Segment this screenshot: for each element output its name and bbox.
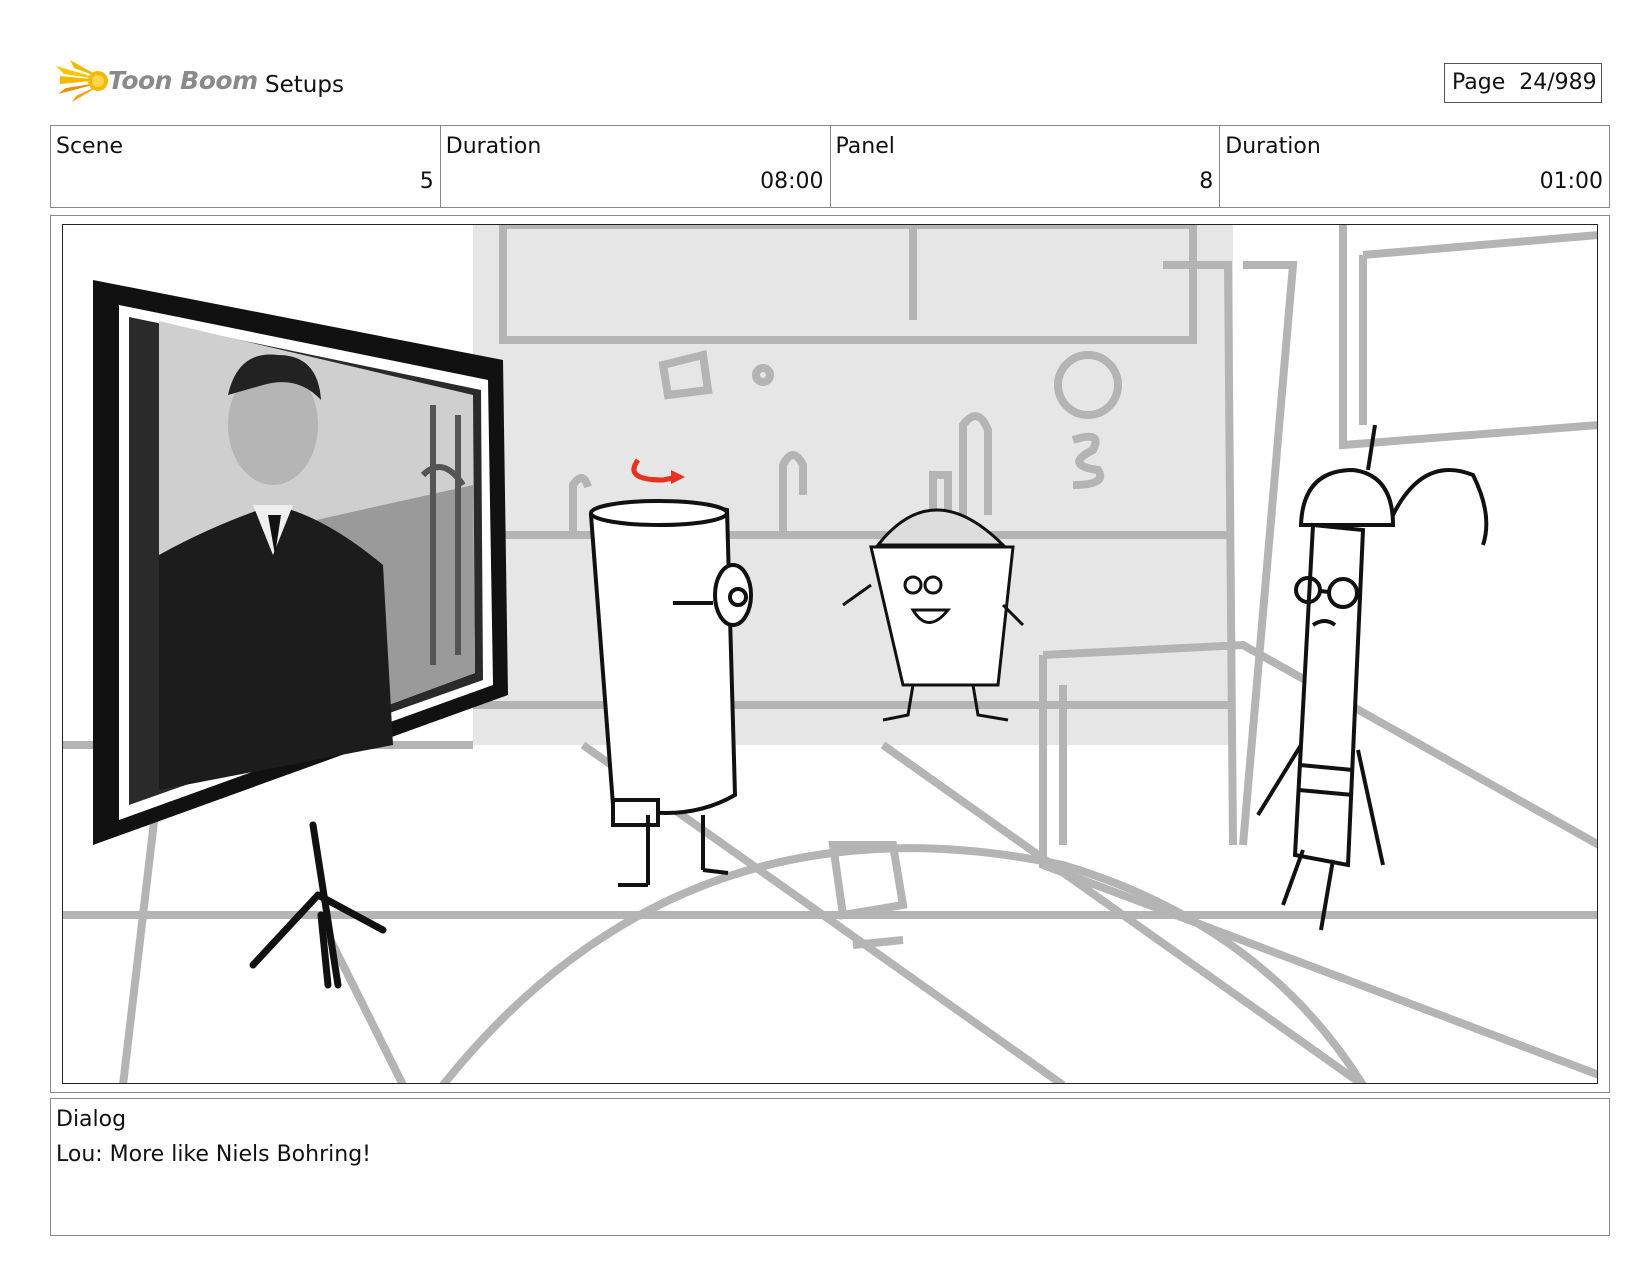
scene-duration-label: Duration	[445, 134, 542, 159]
dialog-box: Dialog Lou: More like Niels Bohring!	[50, 1098, 1610, 1236]
scene-duration-cell: Duration 08:00	[441, 126, 831, 207]
panel-duration-label: Duration	[1225, 134, 1321, 159]
toon-boom-logo: Toon Boom	[50, 58, 260, 106]
page-label: Page	[1452, 70, 1506, 95]
scene-duration-value: 08:00	[760, 169, 824, 194]
dialog-label: Dialog	[56, 1107, 127, 1132]
storyboard-panel-image	[62, 224, 1598, 1084]
panel-value: 8	[1199, 169, 1214, 194]
page-number: 24/989	[1519, 70, 1597, 95]
panel-cell: Panel 8	[831, 126, 1221, 207]
info-row: Scene 5 Duration 08:00 Panel 8 Duration …	[50, 125, 1610, 208]
dialog-text: Lou: More like Niels Bohring!	[56, 1142, 371, 1167]
scene-cell: Scene 5	[51, 126, 441, 207]
storyboard-panel-frame	[50, 215, 1610, 1093]
sun-burst-icon	[56, 60, 108, 102]
character-lou	[588, 499, 753, 887]
panel-duration-cell: Duration 01:00	[1220, 126, 1609, 207]
scene-label: Scene	[56, 134, 124, 159]
panel-sketch	[63, 225, 1597, 1083]
panel-label: Panel	[835, 134, 895, 159]
page-indicator: Page 24/989	[1444, 63, 1602, 103]
monitor-stand	[249, 821, 387, 989]
character-pencil	[1256, 424, 1489, 931]
page-header: Toon Boom Setups Page 24/989	[50, 58, 1610, 106]
scene-value: 5	[419, 169, 434, 194]
monitor-screen	[93, 280, 508, 845]
panel-duration-value: 01:00	[1539, 169, 1603, 194]
logo-text: Toon Boom	[108, 66, 258, 95]
section-title: Setups	[265, 72, 344, 98]
